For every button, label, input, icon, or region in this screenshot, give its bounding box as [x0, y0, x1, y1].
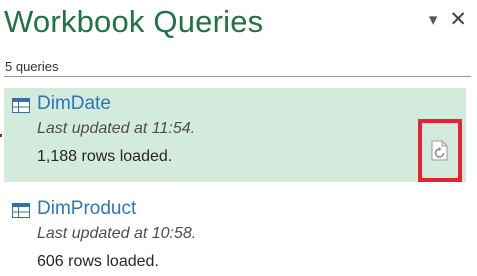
separator [4, 76, 471, 77]
refresh-button-highlight[interactable] [418, 119, 462, 182]
query-rows-loaded: 1,188 rows loaded. [37, 148, 173, 165]
query-last-updated: Last updated at 11:54. [37, 120, 196, 137]
query-name[interactable]: DimProduct [37, 197, 136, 221]
query-item-dimproduct[interactable]: DimProduct Last updated at 10:58. 606 ro… [4, 193, 466, 276]
refresh-icon[interactable] [431, 140, 449, 162]
pane-edge-marker [0, 134, 2, 137]
pane-title: Workbook Queries [4, 4, 264, 39]
query-name[interactable]: DimDate [37, 92, 111, 116]
pane-controls: ▾ ✕ [429, 9, 467, 30]
table-icon [12, 98, 30, 113]
query-item-dimdate[interactable]: DimDate Last updated at 11:54. 1,188 row… [4, 88, 466, 182]
pane-options-dropdown[interactable]: ▾ [429, 10, 438, 30]
query-last-updated: Last updated at 10:58. [37, 225, 197, 242]
table-icon [12, 203, 30, 218]
query-rows-loaded: 606 rows loaded. [37, 253, 159, 270]
close-pane-button[interactable]: ✕ [449, 9, 467, 30]
workbook-queries-pane: Workbook Queries ▾ ✕ 5 queries DimDate L… [0, 0, 477, 276]
query-count: 5 queries [5, 59, 59, 74]
